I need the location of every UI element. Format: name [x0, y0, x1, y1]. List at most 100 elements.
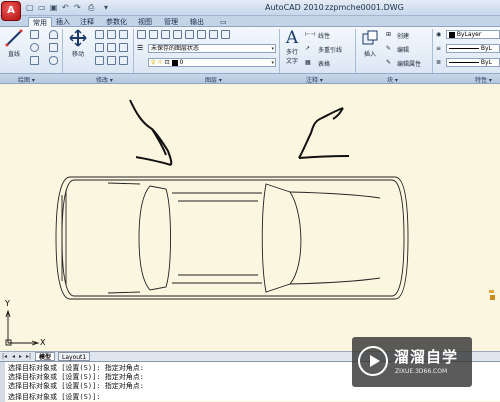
- edit-block-button[interactable]: 编辑: [397, 45, 409, 54]
- annotation-panel-label[interactable]: 注释 ▾: [306, 75, 323, 84]
- circle-icon[interactable]: [30, 43, 39, 52]
- edit-attributes-button[interactable]: 编辑属性: [397, 59, 421, 68]
- first-layout-icon[interactable]: |◂: [2, 353, 7, 360]
- redo-icon[interactable]: ↷: [74, 3, 81, 12]
- move-label: 移动: [71, 51, 84, 58]
- autocad-logo-icon[interactable]: A: [1, 1, 21, 21]
- layer-match-icon[interactable]: [209, 30, 218, 39]
- car-outline: [55, 176, 409, 300]
- linear-dimension-button[interactable]: 线性: [318, 31, 330, 40]
- open-file-icon[interactable]: ▭: [38, 3, 46, 12]
- lineweight-preview: [449, 62, 479, 63]
- rectangle-icon[interactable]: [30, 56, 39, 65]
- color-value: ByLayer: [456, 31, 482, 38]
- fillet-icon[interactable]: [119, 43, 128, 52]
- layer-previous-icon[interactable]: [221, 30, 230, 39]
- ribbon-minimize-icon[interactable]: ▭: [216, 17, 231, 27]
- tab-parametric[interactable]: 参数化: [102, 17, 131, 27]
- hatch-icon[interactable]: [49, 43, 58, 52]
- qat-dropdown-icon[interactable]: ▾: [104, 3, 108, 12]
- panel-separator: [133, 29, 134, 73]
- chevron-down-icon: ▾: [271, 60, 274, 66]
- mtext-label-2: 文字: [285, 58, 298, 65]
- tab-annotate[interactable]: 注释: [76, 17, 98, 27]
- new-file-icon[interactable]: ▢: [26, 3, 34, 12]
- linetype-value: ByL: [480, 45, 492, 52]
- stretch-icon[interactable]: [95, 56, 104, 65]
- watermark-url: ZIXUE.3D66.COM: [395, 368, 448, 375]
- layer-isolate-icon[interactable]: [161, 30, 170, 39]
- ucs-icon: [5, 309, 40, 346]
- multileader-button[interactable]: 多重引线: [318, 45, 342, 54]
- sun-icon: ☼: [157, 59, 163, 66]
- ucs-x-label: X: [40, 338, 46, 347]
- rotate-icon[interactable]: [95, 30, 104, 39]
- mirror-icon[interactable]: [107, 43, 116, 52]
- color-dropdown[interactable]: ByLayer: [446, 30, 500, 39]
- linetype-dropdown[interactable]: ByL: [446, 44, 500, 53]
- panel-separator: [432, 29, 433, 73]
- command-line: 选择目标对象或 [设置(S)]: 指定对角点:: [8, 382, 144, 390]
- erase-icon[interactable]: [119, 30, 128, 39]
- layers-panel-label[interactable]: 图层 ▾: [205, 75, 222, 84]
- tab-manage[interactable]: 管理: [160, 17, 182, 27]
- right-arrow-stroke: [298, 107, 350, 159]
- layer-icon[interactable]: [149, 30, 158, 39]
- panel-separator: [279, 29, 280, 73]
- color-swatch: [449, 31, 455, 38]
- insert-label: 插入: [363, 51, 376, 58]
- layer-state-dropdown[interactable]: 未保存的图层状态 ▾: [148, 44, 276, 53]
- tab-insert[interactable]: 插入: [52, 17, 74, 27]
- copy-icon[interactable]: [95, 43, 104, 52]
- layer-properties-icon[interactable]: [137, 30, 146, 39]
- polyline-icon[interactable]: [30, 30, 39, 39]
- tab-layout1[interactable]: Layout1: [58, 352, 91, 361]
- drawing-area[interactable]: [0, 85, 500, 351]
- mtext-label-1: 多行: [285, 49, 298, 56]
- ucs-y-label: Y: [5, 299, 10, 308]
- lineweight-icon: ≣: [436, 59, 442, 66]
- layer-lock-icon[interactable]: [185, 30, 194, 39]
- line-button[interactable]: 直线: [3, 29, 25, 58]
- scale-icon[interactable]: [107, 56, 116, 65]
- layer-states-icon: ☰: [137, 44, 144, 52]
- insert-block-icon: [362, 30, 378, 45]
- lineweight-dropdown[interactable]: ByL: [446, 58, 500, 67]
- move-button[interactable]: 移动: [66, 29, 90, 58]
- tab-model[interactable]: 模型: [35, 352, 56, 361]
- properties-panel-label[interactable]: 特性 ▾: [475, 75, 492, 84]
- undo-icon[interactable]: ↶: [62, 3, 69, 12]
- modify-panel-label[interactable]: 修改 ▾: [96, 75, 113, 84]
- array-icon[interactable]: [119, 56, 128, 65]
- next-layout-icon[interactable]: ▸: [19, 353, 22, 360]
- block-panel-label[interactable]: 块 ▾: [387, 75, 398, 84]
- light-bulb-icon: ♀: [151, 59, 156, 66]
- create-block-button[interactable]: 创建: [397, 31, 409, 40]
- last-layout-icon[interactable]: ▸|: [26, 353, 31, 360]
- draw-panel-label[interactable]: 绘图 ▾: [18, 75, 35, 84]
- tab-home[interactable]: 常用: [28, 17, 52, 27]
- plot-icon[interactable]: ⎙: [88, 3, 94, 13]
- save-icon[interactable]: ▣: [50, 3, 58, 12]
- insert-block-button[interactable]: 插入: [358, 29, 382, 58]
- command-scrollbar[interactable]: [0, 362, 5, 402]
- prev-layout-icon[interactable]: ◂: [12, 353, 15, 360]
- tab-view[interactable]: 视图: [134, 17, 156, 27]
- layer-off-icon[interactable]: [197, 30, 206, 39]
- trim-icon[interactable]: [107, 30, 116, 39]
- multiline-text-button[interactable]: A 多行 文字: [281, 29, 303, 65]
- tab-output[interactable]: 输出: [186, 17, 208, 27]
- title-bar: ▢ ▭ ▣ ↶ ↷ ⎙ ▾ AutoCAD 2010 zzpmche0001.D…: [0, 0, 500, 16]
- ribbon-tab-bar: 常用 插入 注释 参数化 视图 管理 输出 ▭: [0, 16, 500, 27]
- drawing-canvas[interactable]: Y X: [0, 85, 500, 351]
- color-wheel-icon: ◉: [436, 31, 442, 38]
- line-label: 直线: [7, 51, 20, 58]
- layer-freeze-icon[interactable]: [173, 30, 182, 39]
- table-button[interactable]: 表格: [318, 59, 330, 68]
- arc-icon[interactable]: [49, 30, 58, 39]
- layer-dropdown[interactable]: ♀ ☼ ⊡ 0 ▾: [148, 58, 276, 67]
- ellipse-icon[interactable]: [49, 56, 58, 65]
- multileader-icon: ↗: [305, 45, 311, 52]
- panel-separator: [355, 29, 356, 73]
- linetype-preview: [449, 48, 479, 49]
